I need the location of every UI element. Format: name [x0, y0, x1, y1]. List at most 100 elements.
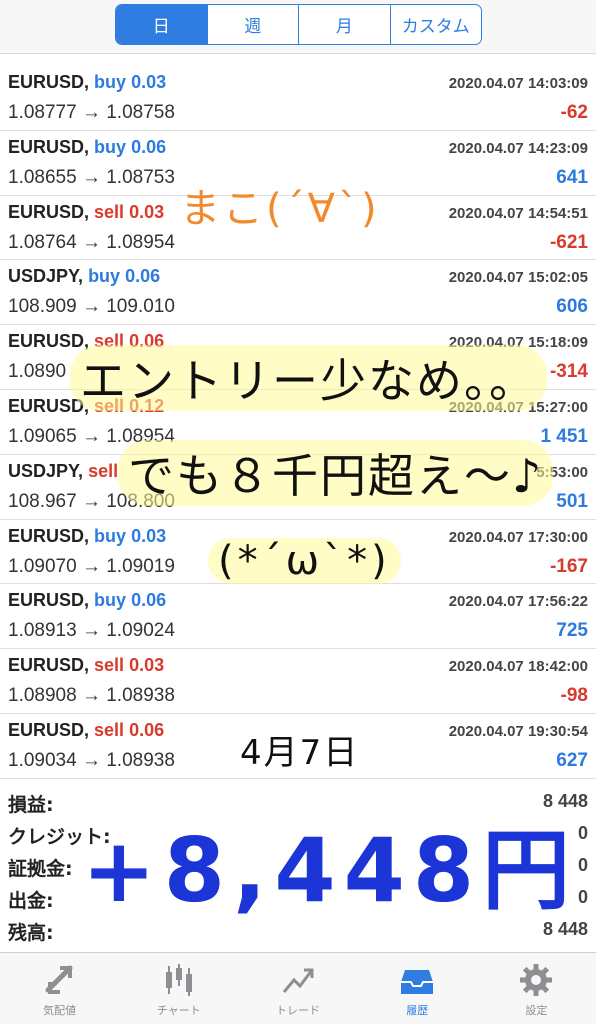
trade-prices: 1.09065 → 1.08954: [8, 425, 175, 447]
summary-label: 出金:: [8, 890, 54, 912]
bottom-navigation: 気配値 チャート トレード 履歴 設定: [0, 952, 596, 1024]
trade-lot: 0.06: [129, 719, 165, 740]
period-segmented-control: 日 週 月 カスタム: [115, 4, 482, 45]
symbol-name: EURUSD,: [8, 331, 90, 352]
summary-value: 0: [577, 887, 588, 907]
symbol-name: EURUSD,: [8, 72, 90, 92]
summary-row: 証拠金: 0: [0, 850, 596, 882]
tab-week[interactable]: 週: [206, 5, 299, 44]
summary-label: クレジット:: [8, 826, 111, 848]
trade-profit: 641: [556, 166, 588, 188]
trade-direction: sell: [88, 460, 119, 481]
symbol-name: EURUSD,: [8, 590, 90, 611]
trade-row[interactable]: EURUSD, sell 0.06 2020.04.07 19:30:54 1.09…: [0, 714, 596, 779]
period-tabs-bar: 日 週 月 カスタム: [0, 0, 596, 54]
trade-lot: 0.06: [131, 136, 167, 157]
nav-history[interactable]: 履歴: [358, 953, 477, 1024]
nav-settings-label: 設定: [525, 1004, 548, 1017]
summary-label: 証拠金:: [8, 858, 73, 880]
trade-direction: buy: [94, 525, 127, 546]
trade-prices: 1.09034 → 1.08938: [8, 749, 175, 771]
trade-lot: 0.06: [125, 266, 161, 287]
trade-symbol: EURUSD, buy 0.06: [8, 137, 166, 158]
trade-time: 2020.04.07 15:27:00: [448, 398, 588, 416]
trade-prices: 1.08655 → 1.08753: [8, 166, 175, 188]
trade-profit: 501: [556, 490, 588, 512]
trade-symbol: EURUSD, sell 0.06: [8, 720, 164, 741]
trade-direction: sell: [94, 331, 125, 352]
history-icon: [397, 961, 437, 999]
trade-symbol: EURUSD, sell 0.03: [8, 202, 164, 223]
trade-direction: buy: [94, 136, 127, 157]
trade-lot: 0.03: [129, 201, 165, 222]
trade-direction: buy: [88, 266, 121, 287]
trade-prices: 1.08777 → 1.08758: [8, 102, 175, 123]
trade-profit: -98: [560, 685, 588, 707]
trade-row[interactable]: EURUSD, buy 0.06 2020.04.07 17:56:22 1.089…: [0, 584, 596, 650]
tab-custom[interactable]: カスタム: [389, 5, 482, 44]
symbol-name: EURUSD,: [8, 719, 90, 740]
nav-quotes[interactable]: 気配値: [0, 953, 119, 1024]
trade-symbol: EURUSD, buy 0.03: [8, 72, 166, 93]
nav-settings[interactable]: 設定: [477, 953, 596, 1024]
trade-profit: 725: [556, 620, 588, 642]
summary-row: 残高: 8 448: [0, 914, 596, 946]
trade-row[interactable]: EURUSD, buy 0.03 2020.04.07 14:03:09 1.087…: [0, 66, 596, 131]
symbol-name: USDJPY,: [8, 460, 84, 481]
chart-icon: [159, 961, 199, 999]
trade-row[interactable]: EURUSD, buy 0.03 2020.04.07 17:30:00 1.090…: [0, 520, 596, 585]
trade-row[interactable]: EURUSD, buy 0.06 2020.04.07 14:23:09 1.086…: [0, 131, 596, 196]
nav-trade[interactable]: トレード: [238, 953, 357, 1024]
trade-lot: 0.06: [131, 590, 167, 611]
summary-value: 0: [577, 823, 588, 843]
trade-prices: 108.909 → 109.010: [8, 296, 175, 318]
nav-trade-label: トレード: [276, 1004, 320, 1017]
trade-profit: -621: [549, 231, 588, 253]
trade-symbol: EURUSD, sell 0.03: [8, 655, 164, 676]
trade-time: 2020.04.07 19:30:54: [448, 722, 588, 740]
settings-icon: [516, 961, 556, 999]
symbol-name: EURUSD,: [8, 655, 90, 676]
trade-direction: sell: [94, 201, 125, 222]
symbol-name: EURUSD,: [8, 201, 90, 222]
trade-profit: -167: [549, 555, 588, 577]
trade-profit: -62: [560, 102, 588, 123]
trade-prices: 1.0890: [8, 361, 67, 383]
summary-label: 損益:: [8, 794, 54, 816]
trade-prices: 108.967 → 108.800: [8, 490, 175, 512]
summary-label: 残高:: [8, 922, 54, 944]
trade-lot: 0.06: [129, 331, 165, 352]
trade-symbol: EURUSD, buy 0.06: [8, 590, 166, 611]
tab-day[interactable]: 日: [116, 5, 207, 44]
trade-row[interactable]: EURUSD, sell 0.03 2020.04.07 14:54:51 1.08…: [0, 196, 596, 261]
trade-profit: -314: [549, 361, 588, 383]
trade-prices: 1.09070 → 1.09019: [8, 555, 175, 577]
trade-lot: 0.03: [131, 72, 167, 92]
trade-symbol: USDJPY, sell: [8, 461, 118, 482]
symbol-name: USDJPY,: [8, 266, 84, 287]
trade-lot: 0.03: [131, 525, 167, 546]
trade-lot: 0.12: [129, 395, 165, 416]
trade-time: 5:53:00: [536, 463, 588, 481]
trade-time: 2020.04.07 17:30:00: [448, 528, 588, 546]
trade-row[interactable]: EURUSD, sell 0.12 2020.04.07 15:27:00 1.09…: [0, 390, 596, 455]
trade-row[interactable]: USDJPY, sell 5:53:00 108.967 → 108.800 501: [0, 455, 596, 520]
summary-value: 8 448: [542, 791, 588, 811]
summary-value: 0: [577, 855, 588, 875]
trade-row[interactable]: EURUSD, sell 0.06 2020.04.07 15:18:09 1.08…: [0, 325, 596, 390]
symbol-name: EURUSD,: [8, 136, 90, 157]
trade-row[interactable]: EURUSD, sell 0.03 2020.04.07 18:42:00 1.08…: [0, 649, 596, 714]
trade-row[interactable]: USDJPY, buy 0.06 2020.04.07 15:02:05 108.9…: [0, 260, 596, 326]
trade-direction: buy: [94, 72, 127, 92]
symbol-name: EURUSD,: [8, 395, 90, 416]
account-summary: 損益: 8 448 クレジット: 0 証拠金: 0 出金: 0 残高: 8 448: [0, 786, 596, 946]
trade-profit: 1 451: [540, 425, 588, 447]
nav-chart-label: チャート: [156, 1004, 201, 1017]
nav-quotes-label: 気配値: [43, 1004, 77, 1017]
trade-profit: 606: [556, 296, 588, 318]
trade-direction: sell: [94, 655, 125, 676]
nav-chart[interactable]: チャート: [119, 953, 238, 1024]
tab-month[interactable]: 月: [298, 5, 390, 44]
trade-prices: 1.08913 → 1.09024: [8, 620, 175, 642]
quotes-icon: [40, 961, 80, 999]
